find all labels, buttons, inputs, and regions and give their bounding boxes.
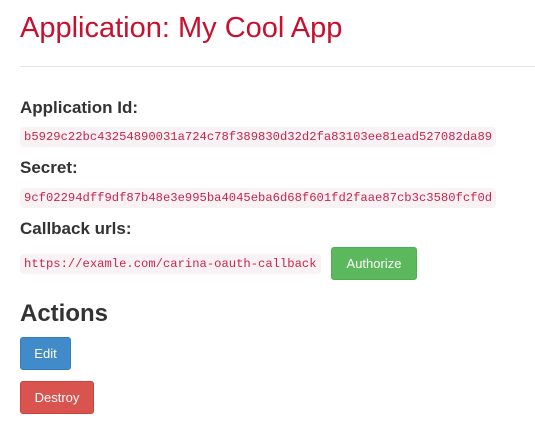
authorize-button[interactable]: Authorize [331, 247, 417, 280]
application-id-value: b5929c22bc43254890031a724c78f389830d32d2… [20, 127, 497, 147]
secret-label: Secret: [20, 158, 78, 177]
title-divider [20, 66, 535, 67]
destroy-button[interactable]: Destroy [20, 381, 94, 414]
page-title: Application: My Cool App [20, 12, 343, 44]
callback-urls-label: Callback urls: [20, 219, 132, 238]
application-id-label: Application Id: [20, 98, 139, 117]
callback-url-value: https://examle.com/carina-oauth-callback [20, 254, 321, 274]
actions-heading: Actions [20, 300, 109, 327]
secret-value: 9cf02294dff9df87b48e3e995ba4045eba6d68f6… [20, 188, 497, 208]
edit-button[interactable]: Edit [20, 337, 71, 370]
